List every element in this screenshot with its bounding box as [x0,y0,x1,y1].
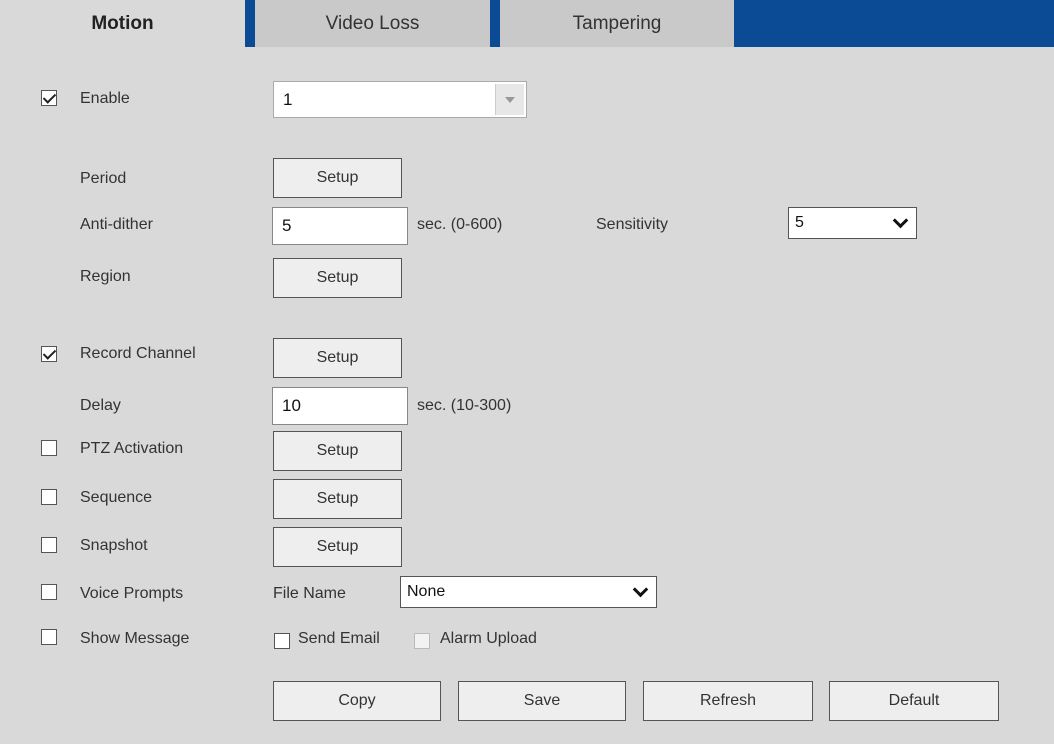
tab-separator [490,0,500,47]
alarm-upload-label: Alarm Upload [440,630,537,647]
dropdown-arrow-icon[interactable] [495,84,524,115]
record-channel-checkbox[interactable] [41,346,57,362]
snapshot-checkbox[interactable] [41,537,57,553]
sensitivity-value: 5 [795,214,804,231]
sequence-checkbox[interactable] [41,489,57,505]
anti-dither-input[interactable]: 5 [272,207,408,245]
send-email-checkbox[interactable] [274,633,290,649]
voice-prompts-checkbox[interactable] [41,584,57,600]
alarm-upload-checkbox[interactable] [414,633,430,649]
channel-select[interactable]: 1 [273,81,527,118]
check-icon [42,346,57,360]
sensitivity-label: Sensitivity [596,216,669,233]
sensitivity-select[interactable]: 5 [788,207,917,239]
show-message-label: Show Message [80,630,190,647]
snapshot-label: Snapshot [80,537,148,554]
voice-prompts-label: Voice Prompts [80,585,184,602]
region-label: Region [80,268,131,285]
anti-dither-unit: sec. (0-600) [417,216,503,233]
chevron-down-icon [632,581,649,598]
record-channel-setup-button[interactable]: Setup [273,338,402,378]
ptz-activation-setup-button[interactable]: Setup [273,431,402,471]
enable-checkbox[interactable] [41,90,57,106]
tab-separator [245,0,255,47]
tab-video-loss[interactable]: Video Loss [255,0,490,47]
file-name-value: None [407,583,446,600]
refresh-button[interactable]: Refresh [643,681,813,721]
default-button[interactable]: Default [829,681,999,721]
tab-bar-fill [734,0,1054,47]
period-setup-button[interactable]: Setup [273,158,402,198]
enable-label: Enable [80,90,130,107]
sequence-setup-button[interactable]: Setup [273,479,402,519]
anti-dither-label: Anti-dither [80,216,153,233]
channel-value: 1 [283,89,293,109]
sequence-label: Sequence [80,489,153,506]
chevron-down-icon [892,212,909,229]
file-name-select[interactable]: None [400,576,657,608]
ptz-activation-checkbox[interactable] [41,440,57,456]
snapshot-setup-button[interactable]: Setup [273,527,402,567]
delay-unit: sec. (10-300) [417,397,512,414]
delay-input[interactable]: 10 [272,387,408,425]
record-channel-label: Record Channel [80,345,196,362]
copy-button[interactable]: Copy [273,681,441,721]
ptz-activation-label: PTZ Activation [80,440,184,457]
delay-label: Delay [80,397,121,414]
save-button[interactable]: Save [458,681,626,721]
check-icon [42,90,57,104]
tab-tampering[interactable]: Tampering [500,0,734,47]
tab-motion[interactable]: Motion [0,0,245,47]
file-name-label: File Name [273,585,346,602]
tab-bar: Motion Video Loss Tampering [0,0,1054,47]
show-message-checkbox[interactable] [41,629,57,645]
send-email-label: Send Email [298,630,380,647]
period-label: Period [80,170,127,187]
region-setup-button[interactable]: Setup [273,258,402,298]
